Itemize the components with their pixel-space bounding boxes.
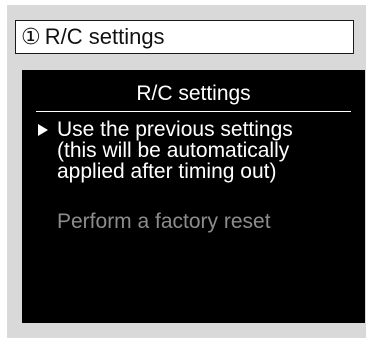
caption-box: ① R/C settings — [15, 20, 354, 54]
triangle-right-icon — [38, 124, 48, 136]
menu-item-label: Perform a factory reset — [57, 210, 271, 233]
caption-number: ① — [21, 24, 41, 49]
screen-title: R/C settings — [136, 82, 251, 105]
device-screen: R/C settings Use the previous settings (… — [22, 70, 365, 323]
caption-title: R/C settings — [44, 24, 165, 49]
menu-item-label: Use the previous settings (this will be … — [57, 118, 293, 183]
title-divider — [36, 111, 351, 112]
